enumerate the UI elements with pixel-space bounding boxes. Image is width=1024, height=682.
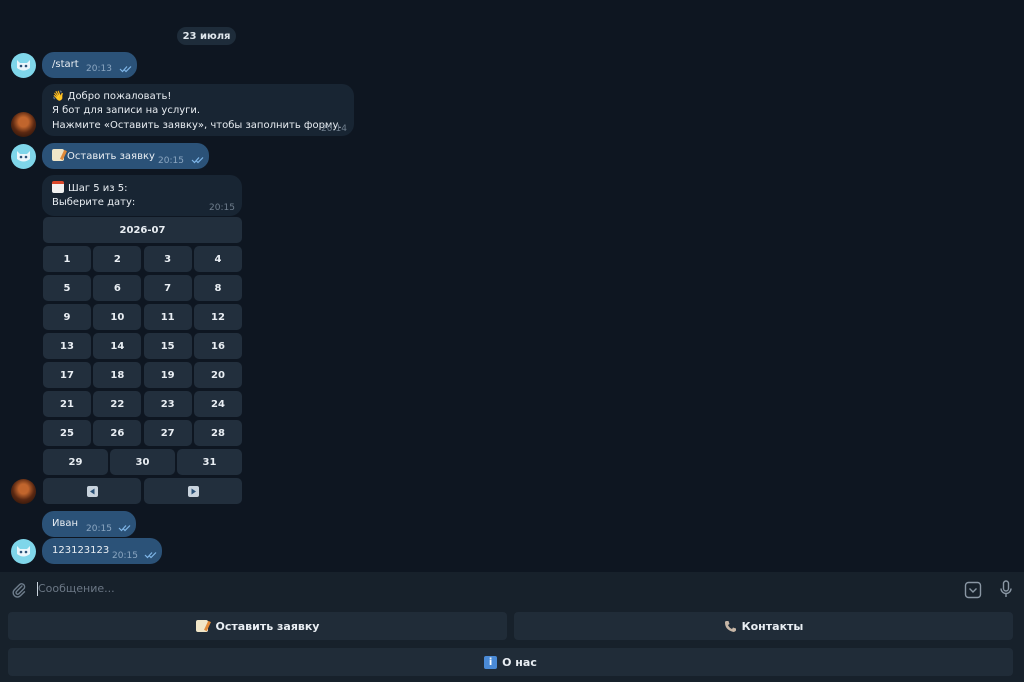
calendar-day-button[interactable]: 18 [93, 362, 142, 388]
user-avatar[interactable] [11, 144, 36, 169]
calendar-day-button[interactable]: 5 [43, 275, 91, 301]
message-outgoing[interactable]: Оставить заявку 20:15 [42, 143, 209, 169]
message-line: Я бот для записи на услуги. [52, 105, 201, 116]
calendar-day-button[interactable]: 29 [43, 449, 108, 475]
calendar-day-button[interactable]: 28 [193, 420, 242, 446]
memo-icon [52, 149, 64, 161]
calendar-day-button[interactable]: 19 [143, 362, 192, 388]
calendar-day-button[interactable]: 16 [193, 333, 242, 359]
message-incoming[interactable]: 👋 Добро пожаловать! Я бот для записи на … [42, 84, 354, 136]
calendar-day-button[interactable]: 23 [143, 391, 192, 417]
calendar-day-button[interactable]: 13 [43, 333, 91, 359]
message-time: 20:14 [321, 124, 347, 134]
date-separator: 23 июля [177, 27, 236, 45]
calendar-day-button[interactable]: 15 [143, 333, 192, 359]
message-time: 20:15 [112, 551, 138, 561]
calendar-day-button[interactable]: 22 [93, 391, 142, 417]
arrow-left-icon [86, 485, 98, 497]
read-check-icon [191, 157, 204, 164]
calendar-day-button[interactable]: 4 [193, 246, 242, 272]
calendar-prev-button[interactable] [43, 478, 141, 504]
contacts-button-label: Контакты [741, 619, 804, 633]
calendar-day-button[interactable]: 7 [143, 275, 192, 301]
message-line: Шаг 5 из 5: [68, 183, 128, 194]
paperclip-icon[interactable] [11, 582, 27, 598]
message-outgoing[interactable]: /start 20:13 [42, 52, 137, 78]
calendar-day-button[interactable]: 27 [143, 420, 192, 446]
calendar-day-button[interactable]: 2 [93, 246, 142, 272]
message-line: Нажмите «Оставить заявку», чтобы заполни… [52, 120, 342, 131]
calendar-day-button[interactable]: 20 [193, 362, 242, 388]
cat-face-icon [17, 60, 30, 71]
calendar-day-button[interactable]: 14 [93, 333, 142, 359]
message-line: Выберите дату: [52, 197, 136, 208]
calendar-day-button[interactable]: 12 [193, 304, 242, 330]
calendar-month-button[interactable]: 2026-07 [43, 217, 242, 243]
cat-face-icon [17, 546, 30, 557]
calendar-day-button[interactable]: 9 [43, 304, 91, 330]
message-line: 👋 Добро пожаловать! [52, 91, 172, 102]
user-avatar[interactable] [11, 53, 36, 78]
message-composer: Сообщение... [0, 572, 1024, 608]
calendar-day-button[interactable]: 8 [193, 275, 242, 301]
arrow-right-icon [187, 485, 199, 497]
about-button[interactable]: i О нас [8, 648, 1013, 676]
message-input[interactable]: Сообщение... [38, 582, 115, 595]
bot-avatar[interactable] [11, 479, 36, 504]
contacts-button[interactable]: Контакты [514, 612, 1013, 640]
calendar-day-button[interactable]: 31 [177, 449, 242, 475]
read-check-icon [119, 66, 132, 73]
cat-face-icon [17, 151, 30, 162]
calendar-icon [52, 181, 64, 193]
message-time: 20:15 [209, 203, 235, 213]
calendar-day-button[interactable]: 11 [143, 304, 192, 330]
calendar-next-button[interactable] [144, 478, 242, 504]
message-time: 20:15 [86, 524, 112, 534]
microphone-icon[interactable] [999, 580, 1013, 599]
calendar-day-button[interactable]: 3 [143, 246, 192, 272]
message-text: Иван [52, 518, 79, 529]
request-button[interactable]: Оставить заявку [8, 612, 507, 640]
message-outgoing[interactable]: 123123123 20:15 [42, 538, 162, 564]
message-time: 20:15 [158, 156, 184, 166]
calendar-day-button[interactable]: 17 [43, 362, 91, 388]
calendar-day-button[interactable]: 6 [93, 275, 142, 301]
about-button-label: О нас [502, 655, 537, 669]
memo-icon [195, 620, 208, 632]
chat-history: 23 июля /start 20:13 👋 Добро пожаловать!… [0, 0, 1024, 572]
calendar-day-button[interactable]: 21 [43, 391, 91, 417]
bot-avatar[interactable] [11, 112, 36, 137]
keyboard-toggle-icon[interactable] [964, 581, 982, 599]
message-incoming[interactable]: Шаг 5 из 5: Выберите дату: 20:15 [42, 175, 242, 216]
phone-icon [724, 620, 736, 632]
calendar-day-button[interactable]: 10 [93, 304, 142, 330]
read-check-icon [118, 525, 131, 532]
reply-keyboard: Оставить заявку Контакты i О нас [0, 608, 1024, 682]
message-outgoing[interactable]: Иван 20:15 [42, 511, 136, 537]
message-text: /start [52, 59, 79, 70]
calendar-day-button[interactable]: 30 [110, 449, 175, 475]
message-time: 20:13 [86, 64, 112, 74]
calendar-day-button[interactable]: 26 [93, 420, 142, 446]
message-text: 123123123 [52, 545, 110, 556]
info-icon: i [484, 655, 498, 669]
calendar-day-button[interactable]: 1 [43, 246, 91, 272]
calendar-day-button[interactable]: 25 [43, 420, 91, 446]
request-button-label: Оставить заявку [215, 619, 320, 633]
message-text: Оставить заявку [67, 151, 155, 162]
user-avatar[interactable] [11, 539, 36, 564]
read-check-icon [144, 552, 157, 559]
calendar-day-button[interactable]: 24 [193, 391, 242, 417]
